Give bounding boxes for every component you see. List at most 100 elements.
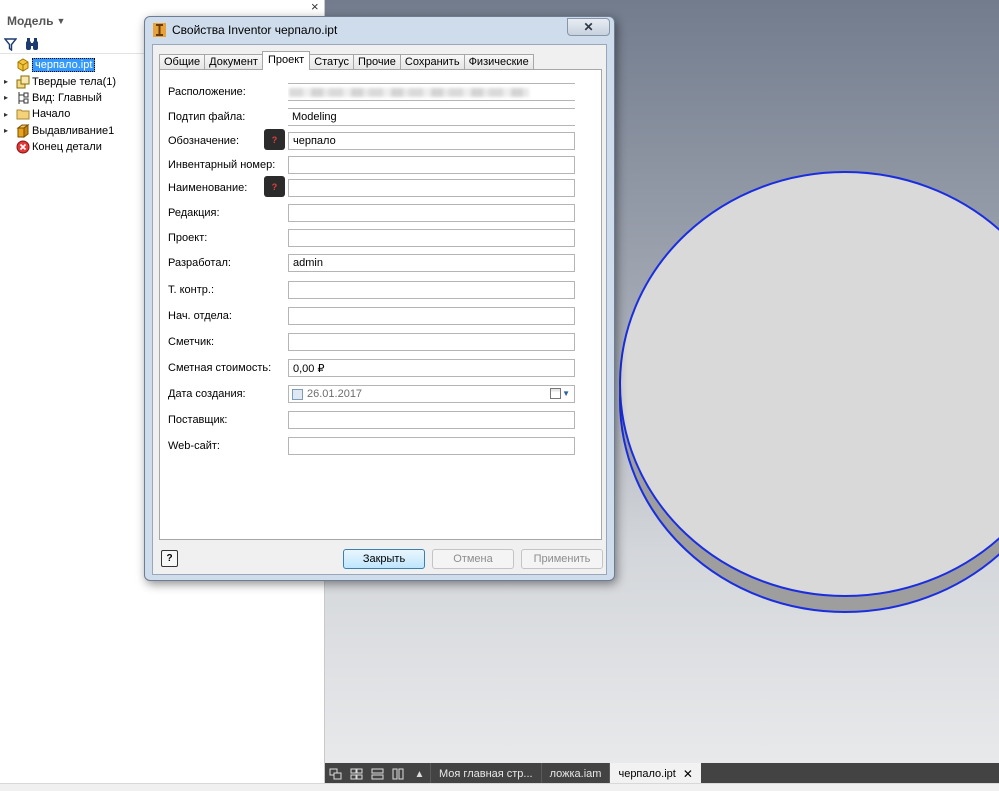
cascade-windows-icon[interactable] bbox=[325, 763, 346, 785]
tree-item-origin[interactable]: ▸ Начало bbox=[4, 106, 116, 122]
tab-physical[interactable]: Физические bbox=[463, 54, 534, 70]
close-button[interactable]: Закрыть bbox=[343, 549, 425, 569]
cost-center-input[interactable] bbox=[288, 333, 575, 351]
tab-strip: Общие Документ Проект Статус Прочие Сохр… bbox=[159, 51, 534, 70]
doc-tab-home[interactable]: Моя главная стр... bbox=[430, 763, 541, 785]
subtype-row: Подтип файла: Modeling bbox=[160, 107, 601, 127]
estimated-cost-label: Сметная стоимость: bbox=[168, 362, 272, 374]
location-label: Расположение: bbox=[168, 86, 246, 98]
view-rep-icon bbox=[16, 91, 30, 105]
revision-label: Редакция: bbox=[168, 207, 220, 219]
engineer-input[interactable] bbox=[288, 281, 575, 299]
engineer-label: Т. контр.: bbox=[168, 284, 215, 296]
estimated-cost-input[interactable]: 0,00 ₽ bbox=[288, 359, 575, 377]
tree-item-label: Вид: Главный bbox=[32, 91, 102, 104]
website-row: Web-сайт: bbox=[160, 436, 601, 456]
creation-date-row: Дата создания: 26.01.2017 ▼ bbox=[160, 384, 601, 404]
tile-horizontal-icon[interactable] bbox=[367, 763, 388, 785]
apply-button[interactable]: Применить bbox=[521, 549, 603, 569]
part-number-label: Обозначение: bbox=[168, 135, 240, 147]
description-row: Наименование: ? bbox=[160, 176, 601, 198]
chevron-down-icon: ▼ bbox=[562, 389, 570, 398]
subtype-field: Modeling bbox=[288, 108, 575, 126]
website-input[interactable] bbox=[288, 437, 575, 455]
tile-windows-icon[interactable] bbox=[346, 763, 367, 785]
model-tree: черпало.ipt ▸ Твердые тела(1) ▸ Вид: Гла… bbox=[4, 57, 116, 155]
description-input[interactable] bbox=[288, 179, 575, 197]
solid-bodies-icon bbox=[16, 75, 30, 89]
tab-general[interactable]: Общие bbox=[159, 54, 206, 70]
status-bar bbox=[0, 783, 999, 791]
tree-item-end-of-part[interactable]: Конец детали bbox=[4, 139, 116, 155]
browser-title[interactable]: Модель ▼ bbox=[7, 14, 65, 28]
designer-row: Разработал: admin bbox=[160, 253, 601, 273]
browser-title-label: Модель bbox=[7, 14, 54, 28]
part-icon bbox=[16, 58, 30, 72]
document-tabs-bar: ▲ Моя главная стр... ложка.iam черпало.i… bbox=[325, 763, 999, 785]
tree-item-view[interactable]: ▸ Вид: Главный bbox=[4, 90, 116, 106]
inventor-logo-icon bbox=[153, 23, 166, 37]
cost-center-label: Сметчик: bbox=[168, 336, 215, 348]
creation-date-value: 26.01.2017 bbox=[307, 388, 363, 400]
tree-item-label: Конец детали bbox=[32, 141, 102, 154]
filter-icon[interactable] bbox=[4, 37, 17, 51]
redacted-path bbox=[289, 88, 529, 97]
tab-status[interactable]: Статус bbox=[309, 54, 354, 70]
doc-tab-label: Моя главная стр... bbox=[439, 768, 533, 780]
project-tab-panel: Расположение: Подтип файла: Modeling Обо… bbox=[159, 69, 602, 540]
date-checkbox[interactable] bbox=[292, 389, 303, 400]
vendor-label: Поставщик: bbox=[168, 414, 228, 426]
dialog-titlebar[interactable]: Свойства Inventor черпало.ipt ✕ bbox=[145, 17, 614, 43]
stock-number-row: Инвентарный номер: bbox=[160, 155, 601, 175]
project-label: Проект: bbox=[168, 232, 208, 244]
calendar-dropdown-icon[interactable]: ▼ bbox=[550, 388, 570, 399]
tab-document[interactable]: Документ bbox=[204, 54, 263, 70]
tab-other[interactable]: Прочие bbox=[352, 54, 401, 70]
dialog-title: Свойства Inventor черпало.ipt bbox=[172, 23, 338, 37]
help-button[interactable]: ? bbox=[161, 550, 178, 567]
chevron-down-icon[interactable]: ▼ bbox=[56, 16, 65, 26]
authority-input[interactable] bbox=[288, 307, 575, 325]
location-row: Расположение: bbox=[160, 82, 601, 102]
triangle-up-icon[interactable]: ▲ bbox=[409, 763, 430, 785]
creation-date-picker[interactable]: 26.01.2017 ▼ bbox=[288, 385, 575, 403]
designer-input[interactable]: admin bbox=[288, 254, 575, 272]
expression-badge-icon[interactable]: ? bbox=[264, 176, 285, 197]
tile-vertical-icon[interactable] bbox=[388, 763, 409, 785]
tree-expander-icon[interactable]: ▸ bbox=[4, 110, 16, 119]
expression-badge-icon[interactable]: ? bbox=[264, 129, 285, 150]
properties-dialog: Свойства Inventor черпало.ipt ✕ Общие До… bbox=[144, 16, 615, 581]
doc-tab-spoon[interactable]: ложка.iam bbox=[540, 763, 610, 785]
tree-item-extrude[interactable]: ▸ Выдавливание1 bbox=[4, 123, 116, 139]
doc-tab-scoop[interactable]: черпало.ipt ✕ bbox=[609, 763, 701, 785]
part-number-input[interactable]: черпало bbox=[288, 132, 575, 150]
tab-project[interactable]: Проект bbox=[261, 51, 311, 70]
stock-number-input[interactable] bbox=[288, 156, 575, 174]
tree-expander-icon[interactable]: ▸ bbox=[4, 77, 16, 86]
browser-close-button[interactable]: × bbox=[311, 0, 319, 13]
close-icon[interactable]: ✕ bbox=[683, 767, 693, 781]
creation-date-label: Дата создания: bbox=[168, 388, 246, 400]
dialog-close-button[interactable]: ✕ bbox=[567, 18, 610, 36]
doc-tab-label: черпало.ipt bbox=[618, 768, 676, 780]
cost-center-row: Сметчик: bbox=[160, 332, 601, 352]
calendar-icon bbox=[550, 388, 562, 399]
tree-item-part[interactable]: черпало.ipt bbox=[4, 57, 116, 73]
authority-label: Нач. отдела: bbox=[168, 310, 232, 322]
description-label: Наименование: bbox=[168, 182, 248, 194]
project-input[interactable] bbox=[288, 229, 575, 247]
cancel-button[interactable]: Отмена bbox=[432, 549, 514, 569]
vendor-input[interactable] bbox=[288, 411, 575, 429]
vendor-row: Поставщик: bbox=[160, 410, 601, 430]
tree-expander-icon[interactable]: ▸ bbox=[4, 126, 16, 135]
engineer-row: Т. контр.: bbox=[160, 280, 601, 300]
tab-save[interactable]: Сохранить bbox=[399, 54, 465, 70]
tree-item-solid-bodies[interactable]: ▸ Твердые тела(1) bbox=[4, 73, 116, 89]
revision-input[interactable] bbox=[288, 204, 575, 222]
find-binoculars-icon[interactable] bbox=[25, 37, 39, 51]
part-number-row: Обозначение: ? черпало bbox=[160, 129, 601, 151]
folder-icon bbox=[16, 107, 30, 121]
tree-expander-icon[interactable]: ▸ bbox=[4, 93, 16, 102]
estimated-cost-row: Сметная стоимость: 0,00 ₽ bbox=[160, 358, 601, 378]
designer-label: Разработал: bbox=[168, 257, 231, 269]
